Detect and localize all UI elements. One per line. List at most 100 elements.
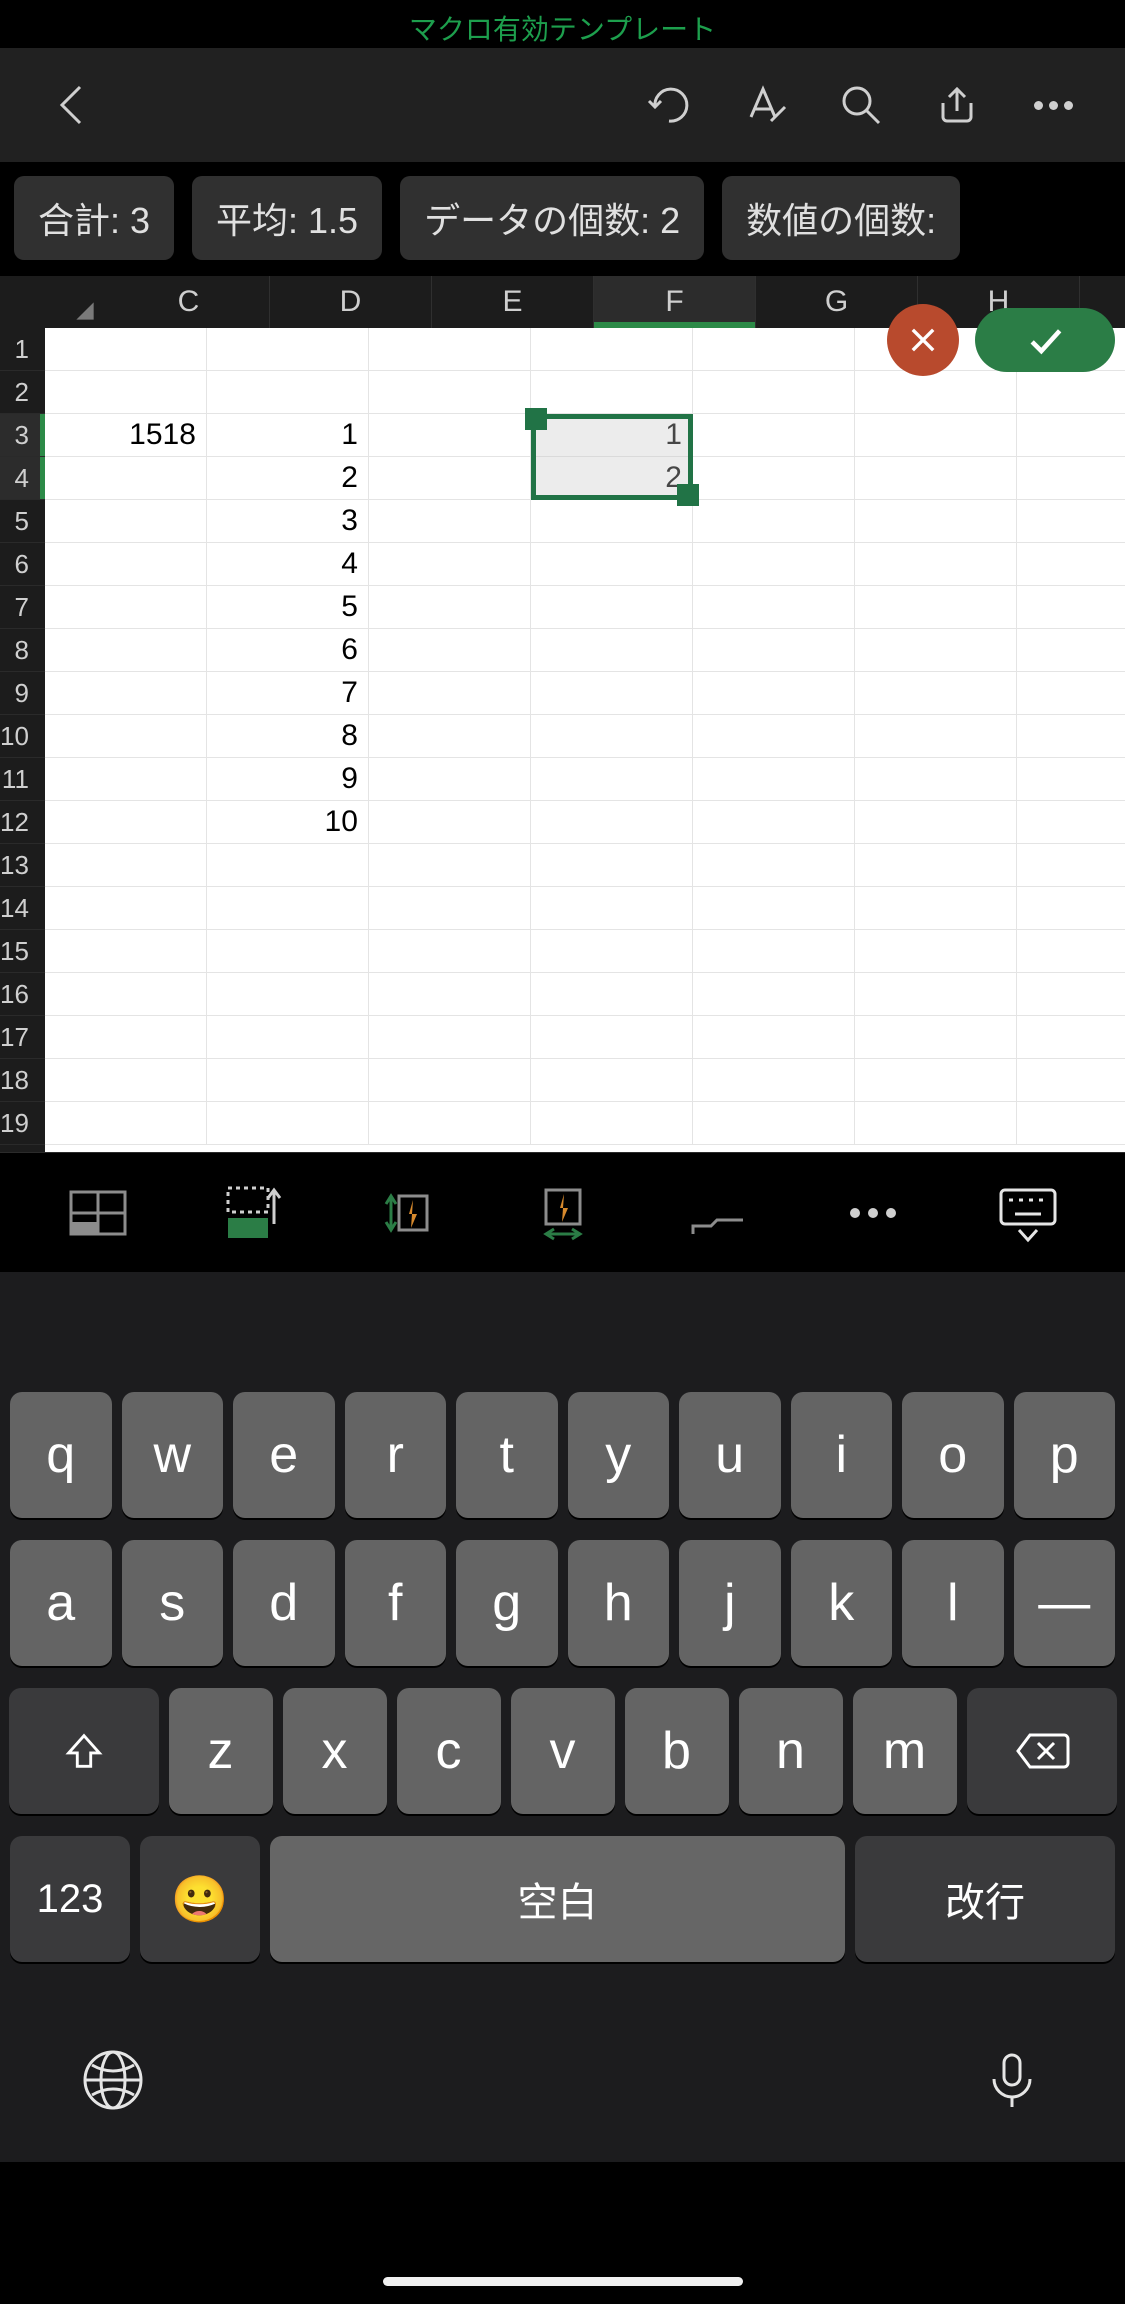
stat-sum[interactable]: 合計: 3 — [14, 176, 174, 260]
key-backspace[interactable] — [967, 1688, 1117, 1814]
row-header-2[interactable]: 2 — [0, 371, 45, 414]
quick-flashrow-button[interactable] — [518, 1168, 608, 1258]
row-header-1[interactable]: 1 — [0, 328, 45, 371]
key-j[interactable]: j — [679, 1540, 781, 1666]
quick-more-button[interactable] — [828, 1168, 918, 1258]
cell-c3[interactable]: 1518 — [45, 414, 207, 456]
key-shift[interactable] — [9, 1688, 159, 1814]
undo-button[interactable] — [621, 57, 717, 153]
col-header-c[interactable]: C — [108, 276, 270, 328]
globe-button[interactable] — [80, 2047, 146, 2118]
key-x[interactable]: x — [283, 1688, 387, 1814]
key-space[interactable]: 空白 — [270, 1836, 845, 1962]
share-icon — [933, 81, 981, 129]
col-header-f[interactable]: F — [594, 276, 756, 328]
dismiss-keyboard-button[interactable] — [983, 1168, 1073, 1258]
key-d[interactable]: d — [233, 1540, 335, 1666]
key-emoji[interactable]: 😀 — [140, 1836, 260, 1962]
row-header-15[interactable]: 15 — [0, 930, 45, 973]
cell-d6[interactable]: 4 — [207, 543, 369, 585]
key-numbers[interactable]: 123 — [10, 1836, 130, 1962]
key-y[interactable]: y — [568, 1392, 670, 1518]
row-header-19[interactable]: 19 — [0, 1102, 45, 1145]
chevron-left-icon — [48, 81, 96, 129]
more-button[interactable] — [1005, 57, 1101, 153]
row-header-8[interactable]: 8 — [0, 629, 45, 672]
quick-fill-button[interactable] — [208, 1168, 298, 1258]
cell-f4[interactable]: 2 — [531, 457, 693, 499]
key-p[interactable]: p — [1014, 1392, 1116, 1518]
key-e[interactable]: e — [233, 1392, 335, 1518]
select-all-triangle[interactable] — [0, 276, 108, 328]
cell-d5[interactable]: 3 — [207, 500, 369, 542]
stat-numcount[interactable]: 数値の個数: — [722, 176, 960, 260]
key-f[interactable]: f — [345, 1540, 447, 1666]
key-v[interactable]: v — [511, 1688, 615, 1814]
quick-action-bar — [0, 1152, 1125, 1272]
cell-d4[interactable]: 2 — [207, 457, 369, 499]
search-button[interactable] — [813, 57, 909, 153]
stats-bar[interactable]: 合計: 3 平均: 1.5 データの個数: 2 数値の個数: — [0, 162, 1125, 276]
key-t[interactable]: t — [456, 1392, 558, 1518]
row-header-14[interactable]: 14 — [0, 887, 45, 930]
key-i[interactable]: i — [791, 1392, 893, 1518]
row-header-5[interactable]: 5 — [0, 500, 45, 543]
confirm-edit-button[interactable] — [975, 308, 1115, 372]
key-n[interactable]: n — [739, 1688, 843, 1814]
cell-d8[interactable]: 6 — [207, 629, 369, 671]
share-button[interactable] — [909, 57, 1005, 153]
key-c[interactable]: c — [397, 1688, 501, 1814]
cell-d3[interactable]: 1 — [207, 414, 369, 456]
row-header-10[interactable]: 10 — [0, 715, 45, 758]
row-header-12[interactable]: 12 — [0, 801, 45, 844]
row-header-13[interactable]: 13 — [0, 844, 45, 887]
key-q[interactable]: q — [10, 1392, 112, 1518]
cell-f3[interactable]: 1 — [531, 414, 693, 456]
cell-d10[interactable]: 8 — [207, 715, 369, 757]
key-s[interactable]: s — [122, 1540, 224, 1666]
key-h[interactable]: h — [568, 1540, 670, 1666]
stat-average[interactable]: 平均: 1.5 — [192, 176, 382, 260]
stat-count[interactable]: データの個数: 2 — [400, 176, 704, 260]
key-dash[interactable]: — — [1014, 1540, 1116, 1666]
quick-tab-button[interactable] — [673, 1168, 763, 1258]
cell-d11[interactable]: 9 — [207, 758, 369, 800]
key-b[interactable]: b — [625, 1688, 729, 1814]
row-header-17[interactable]: 17 — [0, 1016, 45, 1059]
cancel-edit-button[interactable] — [887, 304, 959, 376]
home-indicator[interactable] — [383, 2277, 743, 2286]
key-w[interactable]: w — [122, 1392, 224, 1518]
quick-table-button[interactable] — [53, 1168, 143, 1258]
key-k[interactable]: k — [791, 1540, 893, 1666]
key-return[interactable]: 改行 — [855, 1836, 1115, 1962]
row-header-6[interactable]: 6 — [0, 543, 45, 586]
key-r[interactable]: r — [345, 1392, 447, 1518]
row-header-9[interactable]: 9 — [0, 672, 45, 715]
document-title: マクロ有効テンプレート — [0, 0, 1125, 48]
quick-flashcol-button[interactable] — [363, 1168, 453, 1258]
row-header-4[interactable]: 4 — [0, 457, 45, 500]
dictation-button[interactable] — [979, 2047, 1045, 2118]
row-header-16[interactable]: 16 — [0, 973, 45, 1016]
back-button[interactable] — [24, 57, 120, 153]
key-l[interactable]: l — [902, 1540, 1004, 1666]
key-o[interactable]: o — [902, 1392, 1004, 1518]
key-z[interactable]: z — [169, 1688, 273, 1814]
row-header-7[interactable]: 7 — [0, 586, 45, 629]
cell-d12[interactable]: 10 — [207, 801, 369, 843]
row-header-3[interactable]: 3 — [0, 414, 45, 457]
stat-sum-label: 合計: 3 — [38, 200, 150, 241]
format-button[interactable] — [717, 57, 813, 153]
row-header-11[interactable]: 11 — [0, 758, 45, 801]
col-header-d[interactable]: D — [270, 276, 432, 328]
cell-d7[interactable]: 5 — [207, 586, 369, 628]
row-header-18[interactable]: 18 — [0, 1059, 45, 1102]
cell-grid[interactable]: 1518 1 1 2 2 3 4 5 6 7 8 9 10 — [45, 328, 1125, 1152]
spreadsheet[interactable]: C D E F G H I 1 2 3 4 5 6 7 8 9 10 11 12… — [0, 276, 1125, 1152]
key-m[interactable]: m — [853, 1688, 957, 1814]
col-header-e[interactable]: E — [432, 276, 594, 328]
key-a[interactable]: a — [10, 1540, 112, 1666]
key-g[interactable]: g — [456, 1540, 558, 1666]
key-u[interactable]: u — [679, 1392, 781, 1518]
cell-d9[interactable]: 7 — [207, 672, 369, 714]
